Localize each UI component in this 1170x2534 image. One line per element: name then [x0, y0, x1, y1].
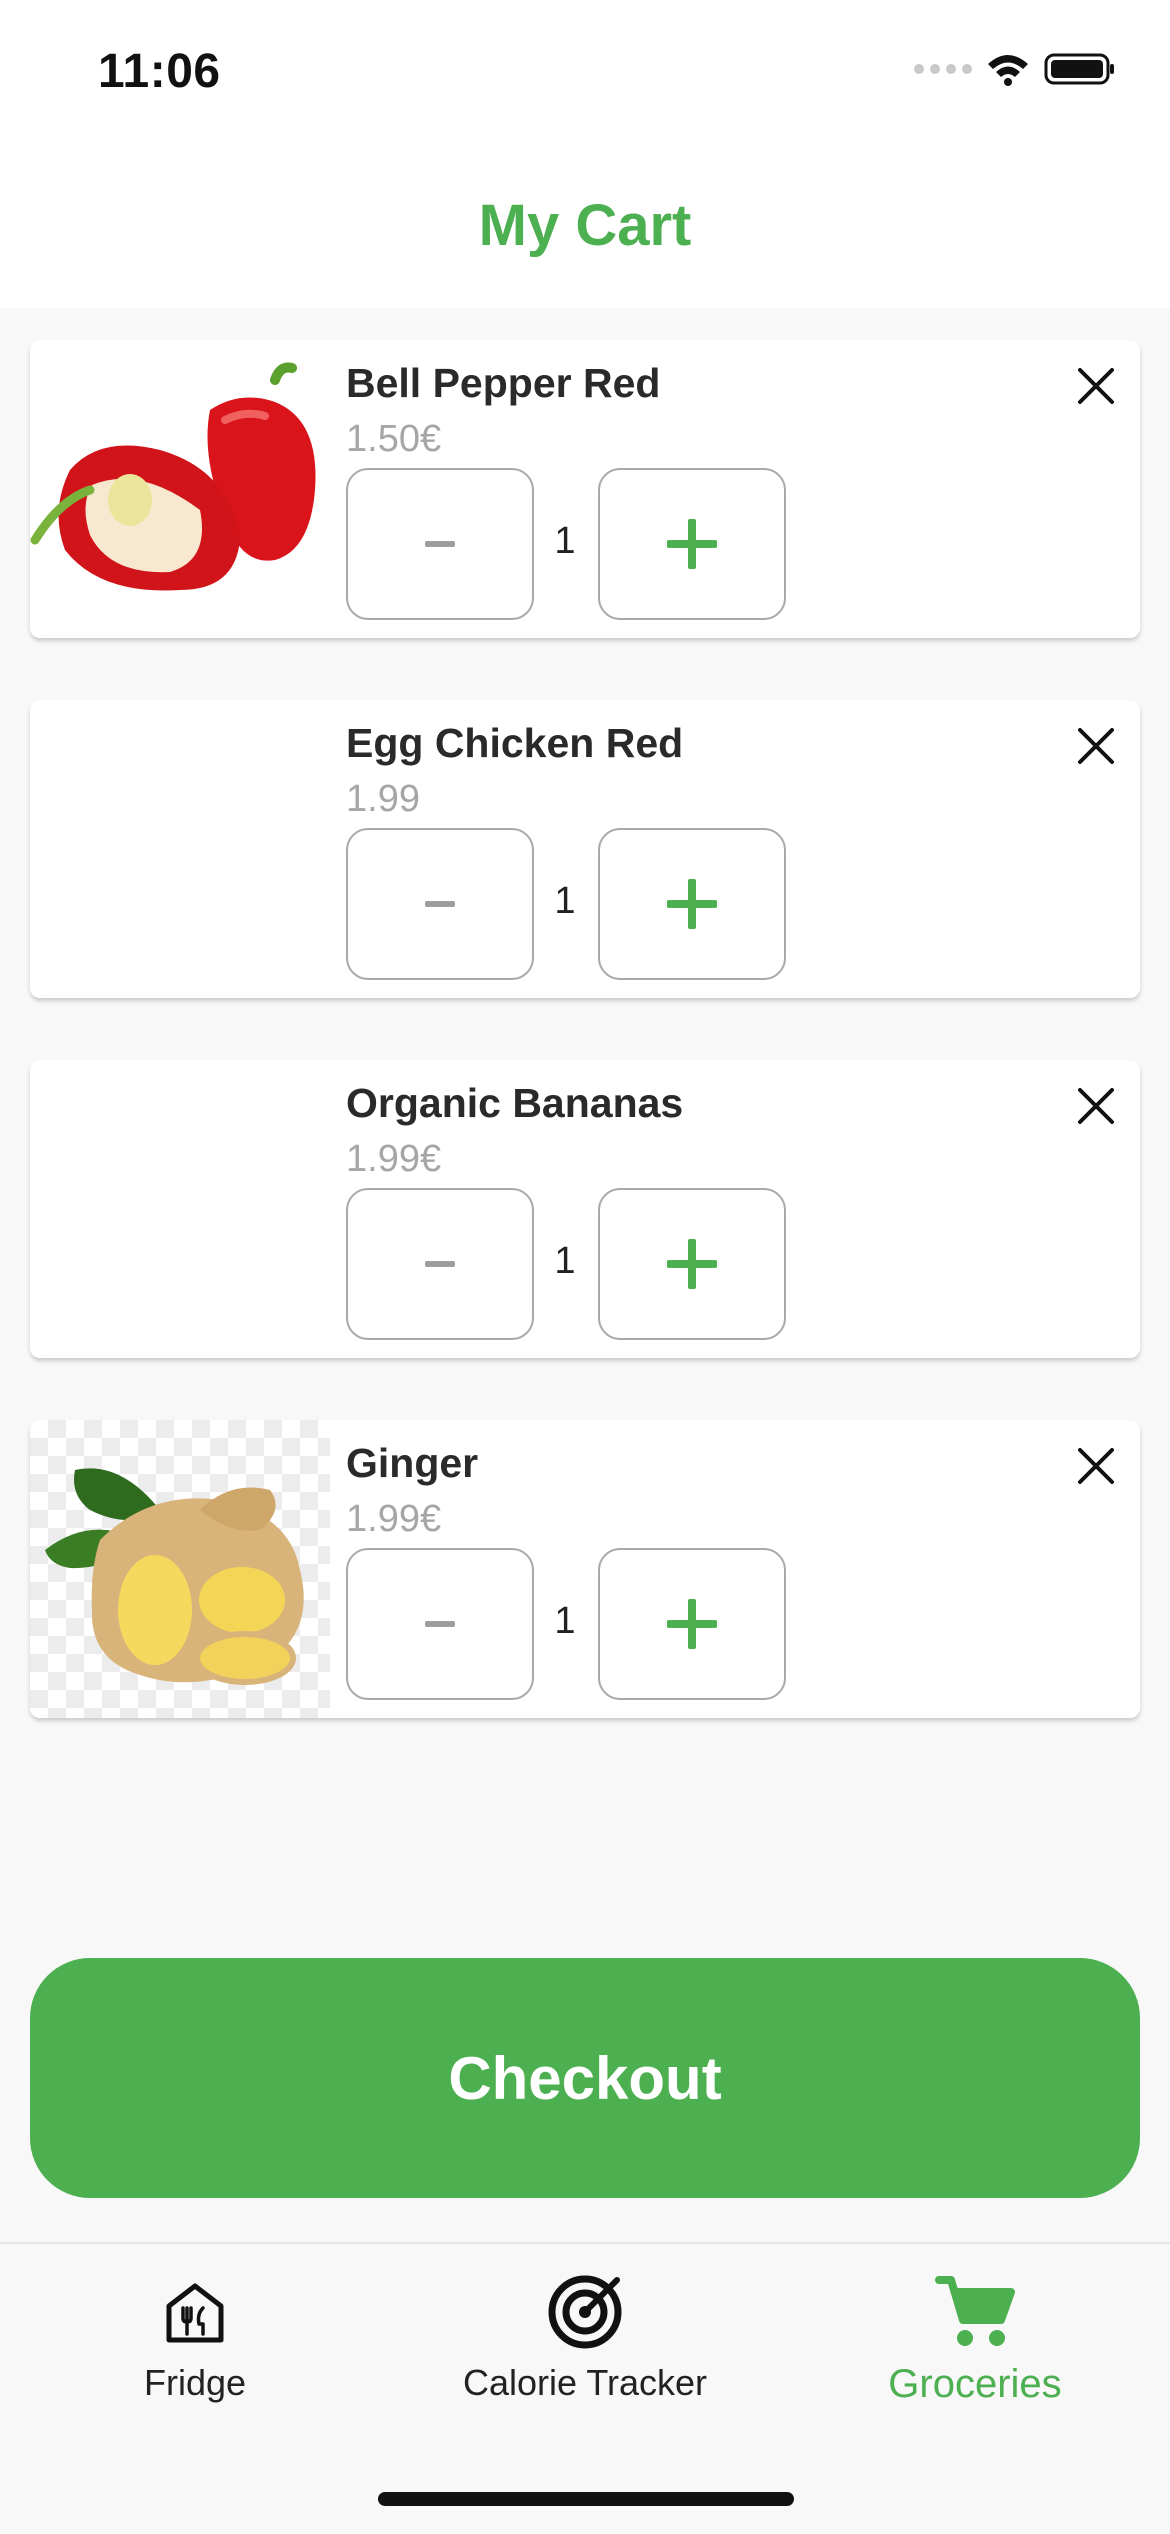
bell-pepper-image [30, 340, 330, 638]
close-icon [1078, 728, 1114, 764]
tab-label: Fridge [143, 2362, 247, 2403]
status-icons [914, 52, 1116, 86]
plus-icon [667, 1599, 717, 1649]
close-icon [1078, 1448, 1114, 1484]
item-name: Bell Pepper Red [346, 360, 661, 406]
cart-icon [935, 2272, 1015, 2352]
item-image-placeholder [30, 700, 330, 998]
tab-label: Groceries [888, 2362, 1062, 2406]
item-price: 1.99€ [346, 1138, 442, 1180]
remove-item-button[interactable] [1072, 722, 1120, 770]
item-name: Egg Chicken Red [346, 720, 684, 766]
item-quantity: 1 [554, 1240, 576, 1282]
minus-icon [425, 1621, 455, 1627]
item-name: Organic Bananas [346, 1080, 684, 1126]
status-bar: 11:06 [0, 0, 1170, 140]
tab-fridge[interactable]: Fridge [0, 2272, 390, 2404]
header: My Cart [0, 140, 1170, 308]
checkout-button[interactable]: Checkout [30, 1958, 1140, 2198]
remove-item-button[interactable] [1072, 1082, 1120, 1130]
tab-calorie-tracker[interactable]: Calorie Tracker [390, 2272, 780, 2404]
decrease-quantity-button[interactable] [346, 468, 534, 620]
item-price: 1.50€ [346, 418, 442, 460]
decrease-quantity-button[interactable] [346, 828, 534, 980]
minus-icon [425, 541, 455, 547]
battery-icon [1044, 53, 1114, 85]
close-icon [1078, 368, 1114, 404]
item-name: Ginger [346, 1440, 479, 1486]
cart-item: Egg Chicken Red 1.99 1 [30, 700, 1140, 998]
minus-icon [425, 1261, 455, 1267]
plus-icon [667, 519, 717, 569]
cart-item: Ginger 1.99€ 1 [30, 1420, 1140, 1718]
minus-icon [425, 901, 455, 907]
item-quantity: 1 [554, 1600, 576, 1642]
home-indicator[interactable] [378, 2492, 794, 2506]
item-quantity: 1 [554, 520, 576, 562]
increase-quantity-button[interactable] [598, 1188, 786, 1340]
tab-bar: Fridge Calorie Tracker Groceries [0, 2242, 1170, 2534]
item-price: 1.99€ [346, 1498, 442, 1540]
increase-quantity-button[interactable] [598, 1548, 786, 1700]
decrease-quantity-button[interactable] [346, 1188, 534, 1340]
wifi-icon [988, 55, 1028, 86]
target-icon [545, 2272, 625, 2352]
close-icon [1078, 1088, 1114, 1124]
fridge-house-icon [155, 2272, 235, 2352]
increase-quantity-button[interactable] [598, 828, 786, 980]
signal-icon [914, 64, 972, 74]
plus-icon [667, 879, 717, 929]
remove-item-button[interactable] [1072, 1442, 1120, 1490]
tab-label: Calorie Tracker [462, 2362, 708, 2403]
tab-groceries[interactable]: Groceries [780, 2272, 1170, 2407]
item-quantity: 1 [554, 880, 576, 922]
decrease-quantity-button[interactable] [346, 1548, 534, 1700]
cart-list: Bell Pepper Red 1.50€ 1 Egg Chicken Red … [30, 340, 1140, 1780]
remove-item-button[interactable] [1072, 362, 1120, 410]
ginger-image [30, 1420, 330, 1718]
cart-item: Bell Pepper Red 1.50€ 1 [30, 340, 1140, 638]
item-image-placeholder [30, 1060, 330, 1358]
item-price: 1.99 [346, 778, 420, 820]
status-time: 11:06 [98, 45, 221, 98]
increase-quantity-button[interactable] [598, 468, 786, 620]
page-title: My Cart [478, 193, 692, 258]
plus-icon [667, 1239, 717, 1289]
cart-item: Organic Bananas 1.99€ 1 [30, 1060, 1140, 1358]
